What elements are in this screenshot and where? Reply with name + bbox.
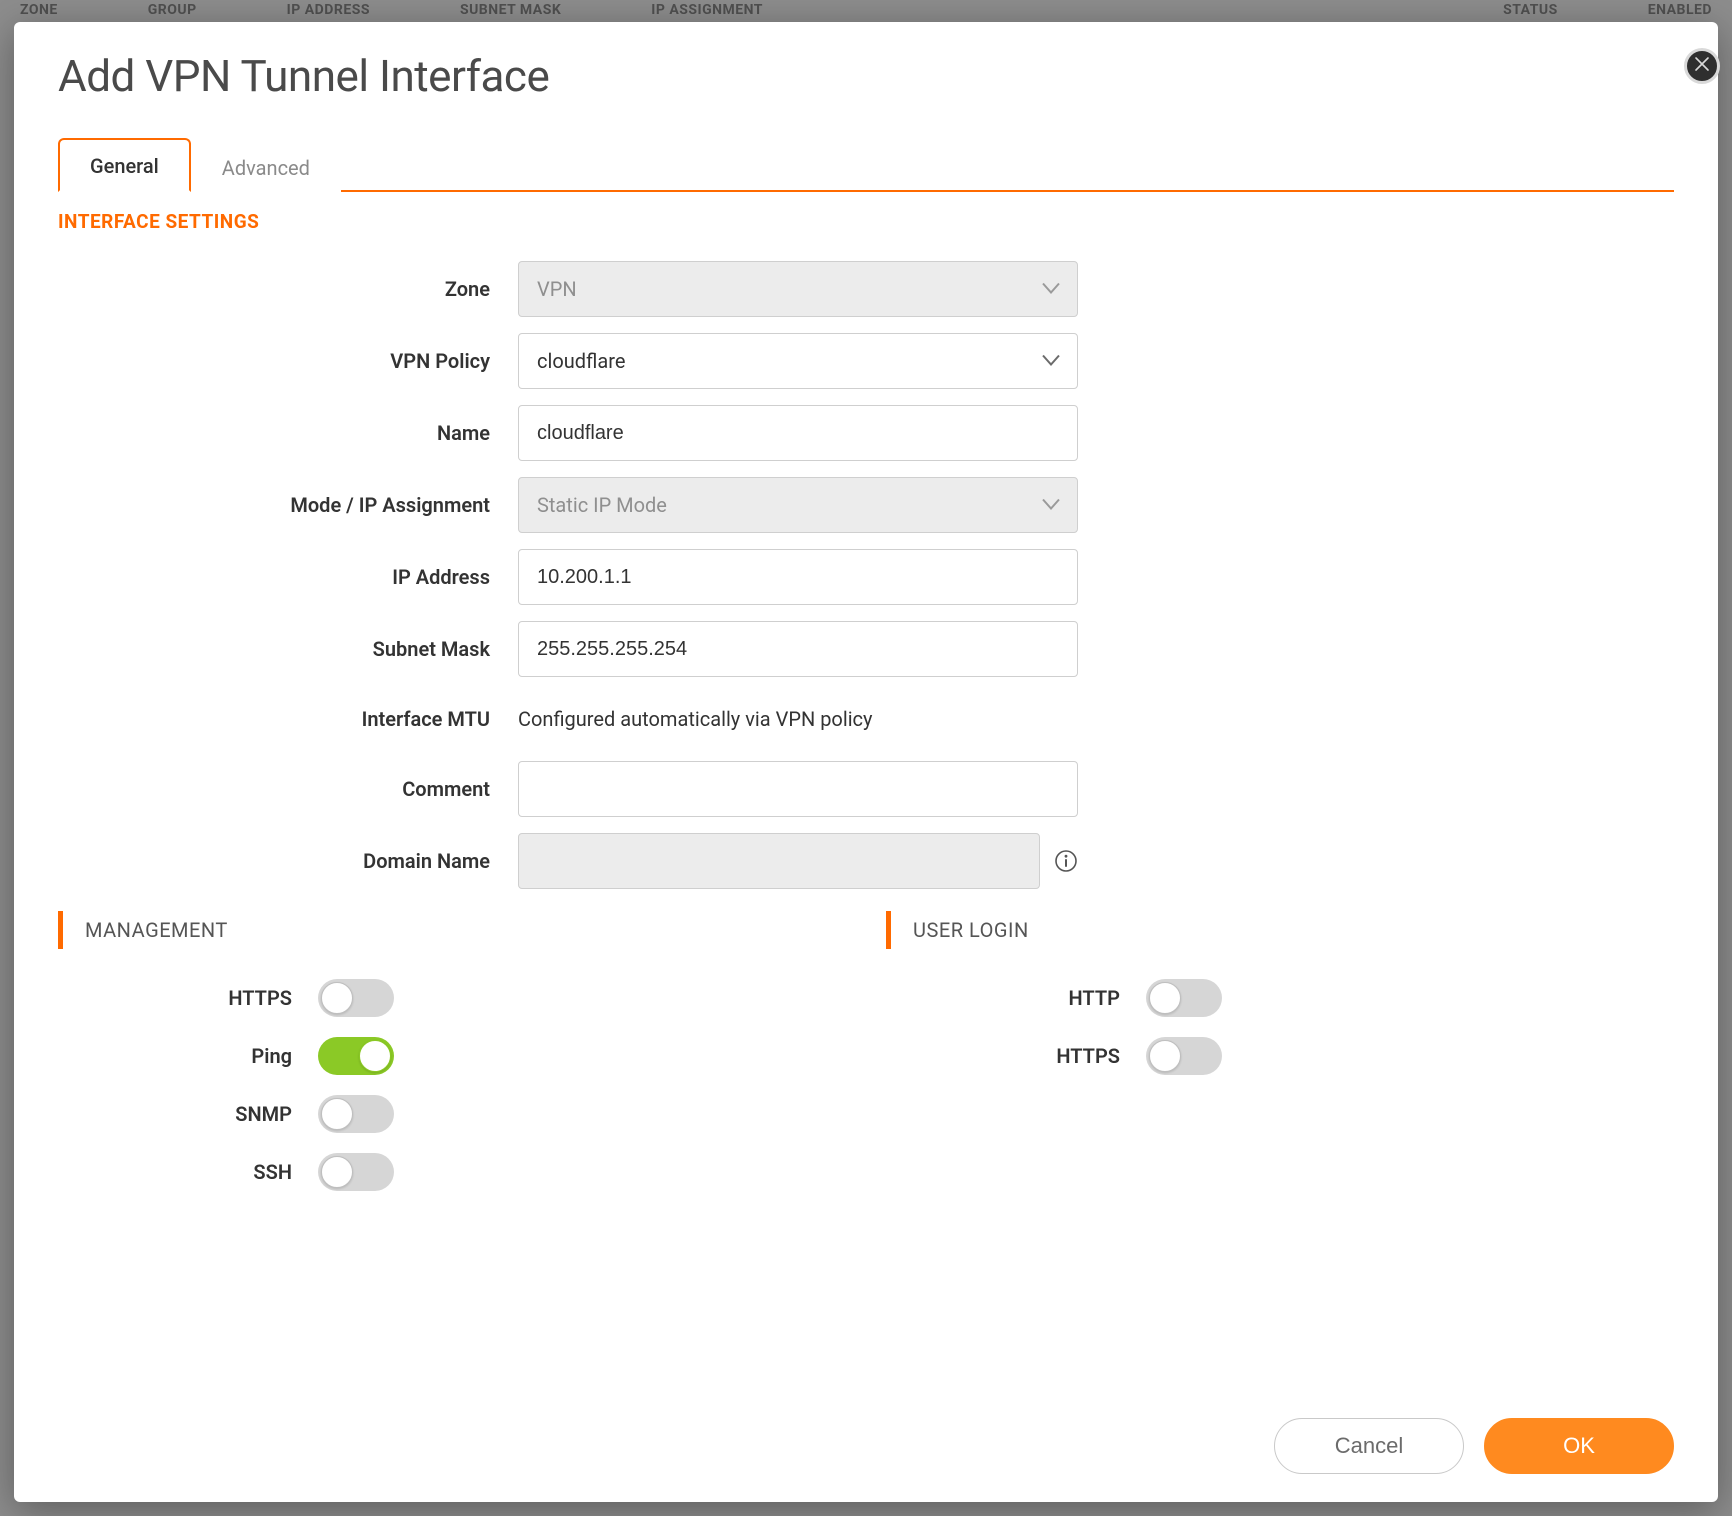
tab-advanced[interactable]: Advanced — [191, 141, 341, 192]
bg-col-subnet: SUBNET MASK — [460, 2, 561, 18]
add-vpn-tunnel-modal: Add VPN Tunnel Interface General Advance… — [14, 22, 1718, 1502]
row-ul-https: HTTPS — [886, 1037, 1674, 1075]
row-mgmt-ssh: SSH — [58, 1153, 846, 1191]
bg-col-status: STATUS — [1503, 2, 1558, 18]
toggle-mgmt-snmp[interactable] — [318, 1095, 394, 1133]
label-name: Name — [58, 421, 518, 445]
row-name: Name — [58, 405, 1674, 461]
tab-bar: General Advanced — [58, 136, 1674, 192]
management-section: MANAGEMENT HTTPS Ping SNMP SSH — [58, 911, 846, 1211]
bg-col-zone: ZONE — [20, 2, 58, 18]
input-subnet-mask[interactable] — [518, 621, 1078, 677]
label-mgmt-snmp: SNMP — [58, 1102, 318, 1126]
row-mgmt-https: HTTPS — [58, 979, 846, 1017]
label-mgmt-https: HTTPS — [58, 986, 318, 1010]
toggle-mgmt-ssh[interactable] — [318, 1153, 394, 1191]
modal-footer: Cancel OK — [58, 1400, 1674, 1474]
row-domain: Domain Name — [58, 833, 1674, 889]
label-comment: Comment — [58, 777, 518, 801]
toggle-ul-http[interactable] — [1146, 979, 1222, 1017]
tab-general[interactable]: General — [58, 138, 191, 192]
modal-title: Add VPN Tunnel Interface — [58, 50, 1674, 102]
user-login-section: USER LOGIN HTTP HTTPS — [886, 911, 1674, 1211]
label-mgmt-ping: Ping — [58, 1044, 318, 1068]
label-ul-https: HTTPS — [886, 1044, 1146, 1068]
select-zone: VPN — [518, 261, 1078, 317]
label-mgmt-ssh: SSH — [58, 1160, 318, 1184]
toggle-mgmt-https[interactable] — [318, 979, 394, 1017]
label-subnet-mask: Subnet Mask — [58, 637, 518, 661]
row-ip-address: IP Address — [58, 549, 1674, 605]
label-mtu: Interface MTU — [58, 707, 518, 731]
select-vpn-policy[interactable]: cloudflare — [518, 333, 1078, 389]
heading-user-login: USER LOGIN — [886, 911, 1674, 949]
close-button[interactable] — [1684, 48, 1720, 84]
toggle-ul-https[interactable] — [1146, 1037, 1222, 1075]
text-mtu: Configured automatically via VPN policy — [518, 693, 873, 745]
heading-management: MANAGEMENT — [58, 911, 846, 949]
row-mode: Mode / IP Assignment Static IP Mode — [58, 477, 1674, 533]
input-name[interactable] — [518, 405, 1078, 461]
bg-col-enabled: ENABLED — [1648, 2, 1712, 18]
close-icon — [1694, 56, 1710, 76]
section-interface-settings: INTERFACE SETTINGS — [58, 210, 1674, 233]
label-zone: Zone — [58, 277, 518, 301]
label-domain: Domain Name — [58, 849, 518, 873]
row-zone: Zone VPN — [58, 261, 1674, 317]
label-ul-http: HTTP — [886, 986, 1146, 1010]
label-ip-address: IP Address — [58, 565, 518, 589]
row-ul-http: HTTP — [886, 979, 1674, 1017]
label-vpn-policy: VPN Policy — [58, 349, 518, 373]
bg-col-ip: IP ADDRESS — [287, 2, 370, 18]
row-comment: Comment — [58, 761, 1674, 817]
row-subnet-mask: Subnet Mask — [58, 621, 1674, 677]
row-mgmt-ping: Ping — [58, 1037, 846, 1075]
input-comment[interactable] — [518, 761, 1078, 817]
row-mtu: Interface MTU Configured automatically v… — [58, 693, 1674, 745]
bg-col-assign: IP ASSIGNMENT — [651, 2, 763, 18]
input-ip-address[interactable] — [518, 549, 1078, 605]
bg-col-group: GROUP — [148, 2, 197, 18]
toggle-mgmt-ping[interactable] — [318, 1037, 394, 1075]
row-vpn-policy: VPN Policy cloudflare — [58, 333, 1674, 389]
ok-button[interactable]: OK — [1484, 1418, 1674, 1474]
row-mgmt-snmp: SNMP — [58, 1095, 846, 1133]
select-mode: Static IP Mode — [518, 477, 1078, 533]
input-domain — [518, 833, 1040, 889]
label-mode: Mode / IP Assignment — [58, 493, 518, 517]
cancel-button[interactable]: Cancel — [1274, 1418, 1464, 1474]
info-icon[interactable] — [1054, 848, 1078, 874]
